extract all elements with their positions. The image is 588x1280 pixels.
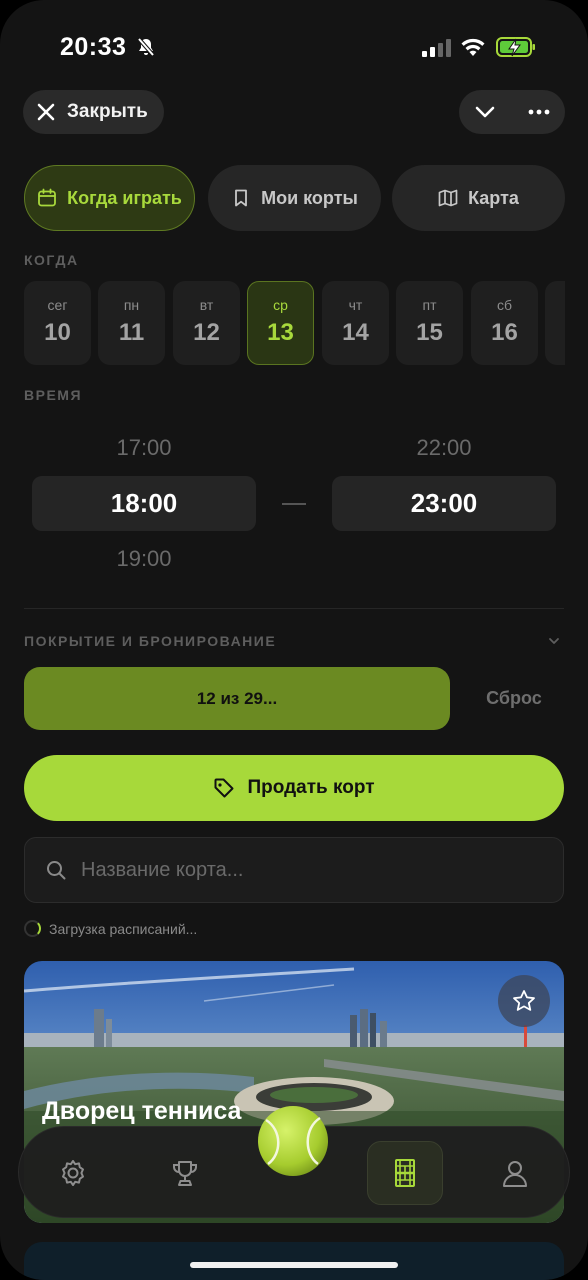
search-field[interactable] <box>24 837 564 903</box>
time-range-dash <box>282 503 306 505</box>
section-divider <box>24 608 564 609</box>
app-screen: 20:33 Закрыть Когда играть Мои корты Кар… <box>0 0 588 1280</box>
search-icon <box>47 861 66 880</box>
map-icon <box>438 189 458 207</box>
day-item[interactable]: сб 16 <box>471 281 538 365</box>
nav-tournaments[interactable] <box>161 1149 209 1197</box>
time-section-label: ВРЕМЯ <box>24 387 83 403</box>
day-number: 16 <box>491 319 518 346</box>
sell-court-button[interactable]: Продать корт <box>24 755 564 821</box>
chevron-down-icon[interactable] <box>473 100 497 124</box>
court-title: Дворец тенниса <box>42 1097 242 1125</box>
close-label: Закрыть <box>67 101 148 122</box>
status-bar: 20:33 <box>0 0 588 90</box>
tennis-ball-icon[interactable] <box>256 1104 330 1178</box>
day-number: 14 <box>342 319 369 346</box>
day-name: вт <box>199 297 214 313</box>
status-time: 20:33 <box>60 33 127 61</box>
bell-muted-icon <box>137 37 155 57</box>
tab-label: Карта <box>468 187 519 208</box>
day-number: 13 <box>267 319 294 346</box>
gear-icon <box>62 1160 84 1186</box>
loading-indicator: Загрузка расписаний... <box>24 920 197 937</box>
day-number: 15 <box>416 319 443 346</box>
battery-charging-icon <box>496 37 535 57</box>
court-card-next[interactable] <box>24 1242 564 1280</box>
day-number: 10 <box>44 319 71 346</box>
favorite-button[interactable] <box>498 975 550 1027</box>
chevron-down-icon[interactable] <box>546 633 562 649</box>
trophy-icon <box>173 1161 197 1186</box>
cellular-signal-icon <box>422 39 451 57</box>
day-item-selected[interactable]: ср 13 <box>247 281 314 365</box>
start-time-prev[interactable]: 17:00 <box>32 435 256 461</box>
header-actions <box>459 90 565 134</box>
search-input[interactable] <box>81 858 521 882</box>
reset-button[interactable]: Сброс <box>464 688 564 709</box>
coverage-section-label: ПОКРЫТИЕ И БРОНИРОВАНИЕ <box>24 633 277 649</box>
day-number: 11 <box>118 319 145 346</box>
tab-when-to-play[interactable]: Когда играть <box>24 165 195 231</box>
nav-profile[interactable] <box>491 1149 539 1197</box>
day-item[interactable]: чт 14 <box>322 281 389 365</box>
bookmark-icon <box>235 189 248 207</box>
tab-map[interactable]: Карта <box>392 165 565 231</box>
tag-icon <box>214 778 234 798</box>
day-item-partial[interactable] <box>545 281 565 365</box>
spinner-icon <box>24 920 41 937</box>
close-button[interactable]: Закрыть <box>23 90 164 134</box>
day-name: сег <box>47 297 68 313</box>
day-item[interactable]: сег 10 <box>24 281 91 365</box>
when-section-label: КОГДА <box>24 252 79 268</box>
court-icon <box>395 1159 415 1187</box>
day-number: 12 <box>193 319 220 346</box>
nav-courts[interactable] <box>367 1141 443 1205</box>
close-icon <box>37 103 55 121</box>
loading-text: Загрузка расписаний... <box>49 920 198 937</box>
day-name: пт <box>422 297 437 313</box>
end-time-picker[interactable]: 23:00 <box>332 476 556 531</box>
sell-court-label: Продать корт <box>247 777 375 798</box>
more-icon[interactable] <box>527 100 551 124</box>
nav-settings[interactable] <box>49 1149 97 1197</box>
tab-label: Мои корты <box>261 187 358 208</box>
start-time-picker[interactable]: 18:00 <box>32 476 256 531</box>
wifi-icon <box>461 38 485 56</box>
day-item[interactable]: вт 12 <box>173 281 240 365</box>
start-time-next[interactable]: 19:00 <box>32 546 256 572</box>
day-item[interactable]: пн 11 <box>98 281 165 365</box>
day-name: ср <box>273 297 288 313</box>
user-icon <box>503 1161 527 1187</box>
day-item[interactable]: пт 15 <box>396 281 463 365</box>
calendar-icon <box>38 188 57 207</box>
star-icon <box>513 990 535 1011</box>
tab-label: Когда играть <box>67 187 182 208</box>
end-time-prev[interactable]: 22:00 <box>332 435 556 461</box>
coverage-filter-button[interactable]: 12 из 29... <box>24 667 450 730</box>
day-name: чт <box>348 297 363 313</box>
tab-my-courts[interactable]: Мои корты <box>208 165 381 231</box>
day-name: пн <box>123 297 140 313</box>
home-indicator <box>190 1262 398 1268</box>
day-name: сб <box>496 297 513 313</box>
